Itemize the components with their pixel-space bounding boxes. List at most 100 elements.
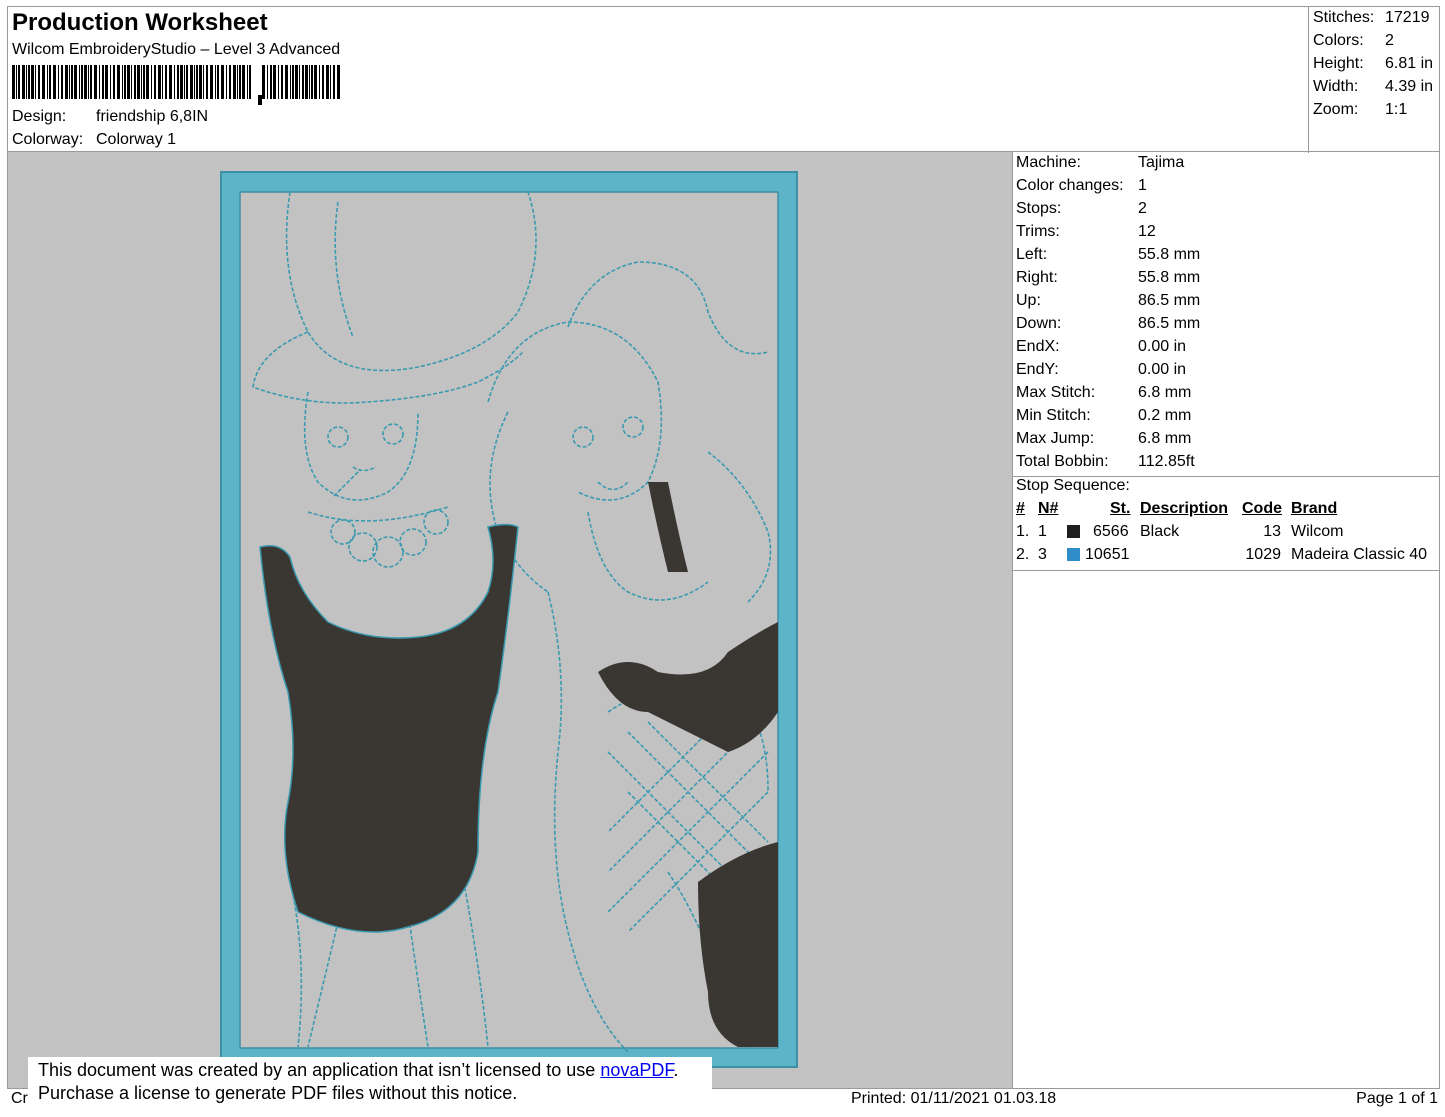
- barcode-bar: [151, 65, 152, 99]
- detail-row: Max Stitch: 6.8 mm: [1016, 384, 1191, 402]
- detail-row: Down: 86.5 mm: [1016, 315, 1200, 333]
- barcode-bar: [65, 65, 68, 99]
- detail-label: Up:: [1016, 292, 1041, 309]
- page-title: Production Worksheet: [12, 9, 268, 36]
- detail-label: EndX:: [1016, 338, 1060, 355]
- col-header-code: Code: [1242, 500, 1282, 517]
- barcode-bar: [16, 65, 17, 99]
- barcode-bar: [184, 65, 185, 99]
- barcode-bar: [333, 65, 335, 99]
- row1-color-swatch: [1067, 525, 1080, 538]
- design-label: Design:: [12, 108, 67, 125]
- barcode-bar: [146, 65, 149, 99]
- design-row: Design: friendship 6,8IN: [12, 108, 208, 126]
- detail-row: EndX: 0.00 in: [1016, 338, 1186, 356]
- barcode-bar: [229, 65, 231, 99]
- barcode-bar: [199, 65, 202, 99]
- row1-needle: 1: [1038, 523, 1047, 540]
- barcode-bar: [90, 65, 92, 99]
- notice-period: .: [673, 1060, 679, 1080]
- barcode-bar: [165, 65, 167, 99]
- barcode-bar: [12, 65, 15, 99]
- barcode-bar: [203, 65, 204, 99]
- barcode-bar: [292, 65, 294, 99]
- barcode-bar: [102, 65, 104, 99]
- barcode-bar: [330, 65, 331, 99]
- colorway-row: Colorway: Colorway 1: [12, 131, 176, 149]
- stat-label: Zoom:: [1313, 101, 1359, 118]
- barcode-bar: [337, 65, 340, 99]
- notice-line-1: This document was created by an applicat…: [38, 1059, 712, 1082]
- detail-label: Left:: [1016, 246, 1048, 263]
- barcode-bar: [154, 65, 156, 99]
- barcode-bar: [26, 65, 27, 99]
- detail-row: Total Bobbin: 112.85ft: [1016, 453, 1195, 471]
- worksheet-header: Production Worksheet Wilcom EmbroiderySt…: [7, 6, 1441, 153]
- detail-row: Stops: 2: [1016, 200, 1147, 218]
- stat-colors: Colors: 2: [1313, 32, 1394, 50]
- barcode-bar: [71, 65, 73, 99]
- stat-value: 4.39 in: [1385, 78, 1434, 95]
- detail-row: Left: 55.8 mm: [1016, 246, 1200, 264]
- col-header-brand: Brand: [1291, 500, 1338, 517]
- stat-stitches: Stitches: 17219: [1313, 9, 1430, 27]
- detail-value: 6.8 mm: [1138, 430, 1192, 447]
- barcode-bar: [326, 65, 329, 99]
- detail-row: Up: 86.5 mm: [1016, 292, 1200, 310]
- detail-row: Min Stitch: 0.2 mm: [1016, 407, 1191, 425]
- stop-sequence-title: Stop Sequence:: [1016, 477, 1130, 494]
- barcode-bar: [110, 65, 111, 99]
- novapdf-link[interactable]: novaPDF: [600, 1060, 673, 1080]
- detail-value: Tajima: [1138, 154, 1185, 171]
- detail-value: 86.5 mm: [1138, 292, 1201, 309]
- footer-left-text: Cr: [11, 1090, 28, 1107]
- barcode-bar: [210, 65, 213, 99]
- colorway-value: Colorway 1: [96, 131, 177, 148]
- barcode-bar: [141, 65, 142, 99]
- detail-label: Down:: [1016, 315, 1062, 332]
- barcode-bar: [31, 65, 34, 99]
- barcode-comma: [258, 95, 262, 105]
- barcode-bar: [134, 65, 136, 99]
- col-header-index: #: [1016, 500, 1025, 517]
- detail-label: Color changes:: [1016, 177, 1124, 194]
- barcode-bar: [38, 65, 40, 99]
- detail-row: Trims: 12: [1016, 223, 1156, 241]
- barcode-bar: [122, 65, 123, 99]
- barcode-bar: [49, 65, 51, 99]
- barcode-bar: [273, 65, 276, 99]
- barcode-bar: [18, 65, 20, 99]
- detail-label: Stops:: [1016, 200, 1062, 217]
- barcode-bar: [226, 65, 227, 99]
- barcode-bar: [311, 65, 313, 99]
- barcode-bar: [299, 65, 300, 99]
- stat-value: 17219: [1385, 9, 1430, 26]
- detail-value: 0.00 in: [1138, 361, 1187, 378]
- stats-box: Stitches: 17219 Colors: 2 Height: 6.81 in W…: [1308, 7, 1441, 153]
- detail-label: Max Jump:: [1016, 430, 1095, 447]
- detail-label: Min Stitch:: [1016, 407, 1091, 424]
- detail-value: 86.5 mm: [1138, 315, 1201, 332]
- notice-line-2: Purchase a license to generate PDF files…: [38, 1083, 518, 1103]
- barcode-bar: [242, 65, 245, 99]
- barcode-bar: [137, 65, 140, 99]
- barcode-bar: [28, 65, 30, 99]
- detail-value: 55.8 mm: [1138, 269, 1201, 286]
- barcode-bar: [319, 65, 320, 99]
- page-number: Page 1 of 1: [1356, 1090, 1438, 1107]
- design-preview-canvas: [7, 151, 1013, 1089]
- detail-value: 2: [1138, 200, 1147, 217]
- stat-label: Height:: [1313, 55, 1364, 72]
- detail-row: Machine: Tajima: [1016, 154, 1184, 172]
- barcode-bar: [58, 65, 59, 99]
- barcode-bar: [47, 65, 48, 99]
- row2-index: 2.: [1016, 546, 1030, 563]
- detail-row: Color changes: 1: [1016, 177, 1147, 195]
- row2-needle: 3: [1038, 546, 1047, 563]
- detail-label: EndY:: [1016, 361, 1059, 378]
- barcode-bar: [180, 65, 183, 99]
- row2-brand: Madeira Classic 40: [1291, 546, 1428, 563]
- barcode-bar: [305, 65, 308, 99]
- barcode-bar: [217, 65, 219, 99]
- barcode-bar: [177, 65, 179, 99]
